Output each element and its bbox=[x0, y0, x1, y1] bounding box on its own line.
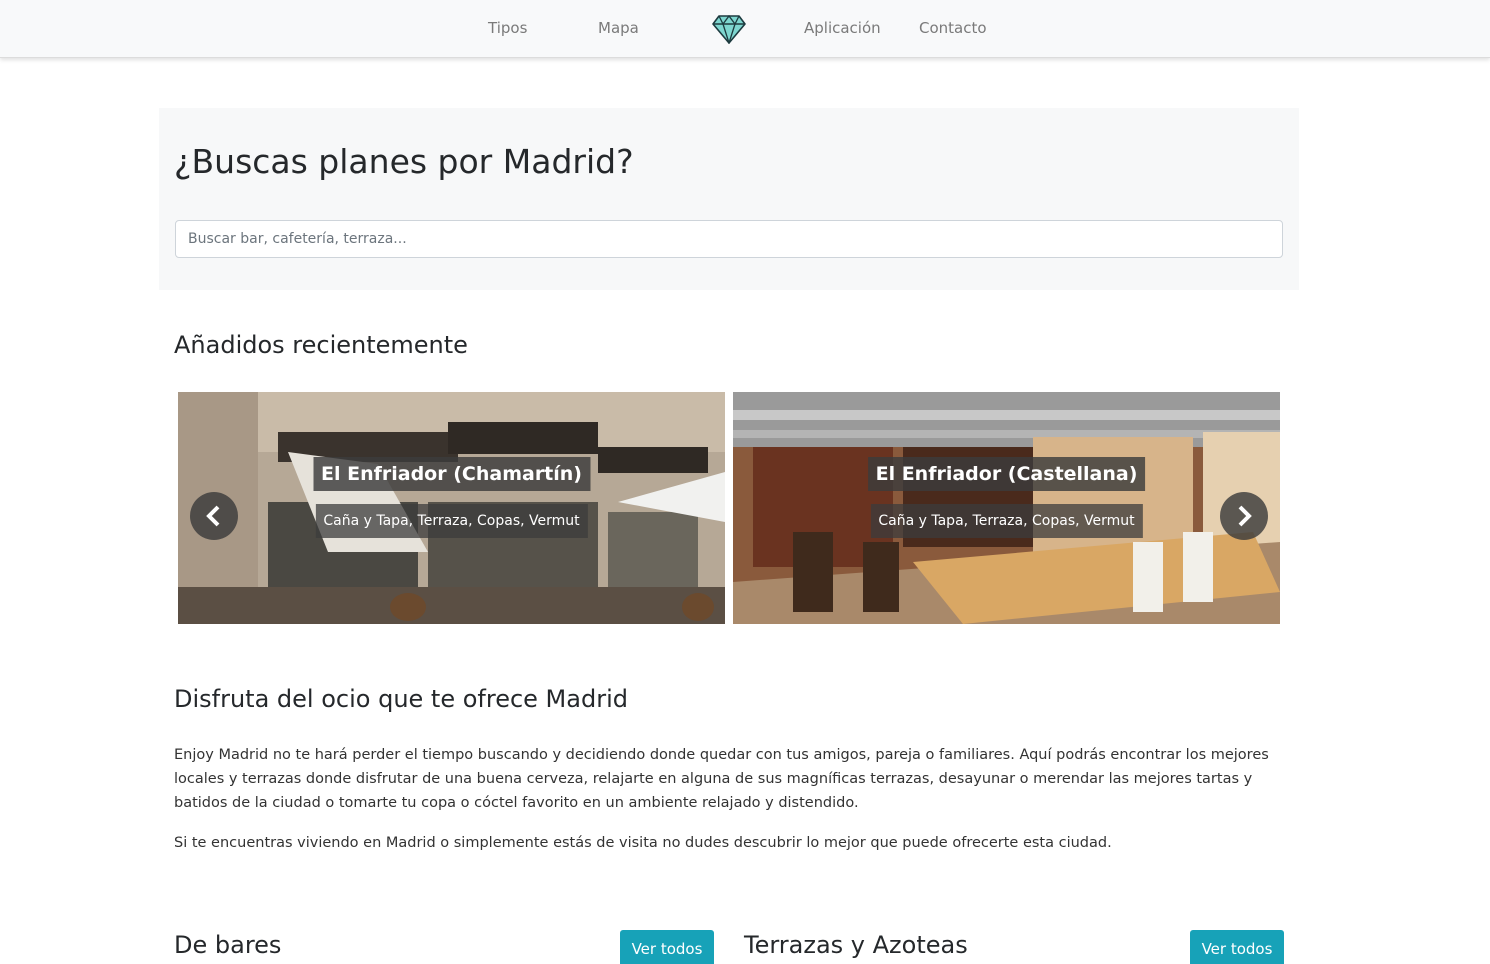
view-all-bares-button[interactable]: Ver todos bbox=[620, 930, 714, 964]
category-title-bares: De bares bbox=[174, 931, 282, 959]
hero-jumbotron: ¿Buscas planes por Madrid? bbox=[159, 108, 1299, 290]
about-paragraph: Si te encuentras viviendo en Madrid o si… bbox=[174, 835, 1112, 851]
carousel-slide[interactable]: El Enfriador (Castellana) Caña y Tapa, T… bbox=[733, 392, 1280, 624]
nav-link-mapa[interactable]: Mapa bbox=[598, 19, 639, 37]
category-title-terrazas: Terrazas y Azoteas bbox=[744, 931, 968, 959]
about-section-title: Disfruta del ocio que te ofrece Madrid bbox=[174, 685, 628, 713]
chevron-right-icon bbox=[1238, 505, 1252, 527]
diamond-icon[interactable] bbox=[712, 14, 746, 44]
top-navbar: Tipos Mapa Aplicación Contacto bbox=[0, 0, 1490, 58]
recent-section-title: Añadidos recientemente bbox=[174, 331, 468, 359]
chevron-left-icon bbox=[206, 505, 220, 527]
carousel-slide[interactable]: El Enfriador (Chamartín) Caña y Tapa, Te… bbox=[178, 392, 725, 624]
recent-carousel: El Enfriador (Chamartín) Caña y Tapa, Te… bbox=[178, 392, 1280, 624]
carousel-next-button[interactable] bbox=[1220, 492, 1268, 540]
carousel-prev-button[interactable] bbox=[190, 492, 238, 540]
hero-title: ¿Buscas planes por Madrid? bbox=[174, 142, 634, 181]
slide-title: El Enfriador (Chamartín) bbox=[313, 457, 590, 491]
view-all-terrazas-button[interactable]: Ver todos bbox=[1190, 930, 1284, 964]
slide-tags: Caña y Tapa, Terraza, Copas, Vermut bbox=[870, 504, 1143, 538]
search-input[interactable] bbox=[175, 220, 1283, 258]
about-paragraph: Enjoy Madrid no te hará perder el tiempo… bbox=[174, 747, 1269, 811]
nav-link-tipos[interactable]: Tipos bbox=[488, 19, 527, 37]
nav-link-contacto[interactable]: Contacto bbox=[919, 19, 987, 37]
slide-title: El Enfriador (Castellana) bbox=[867, 457, 1146, 491]
slide-tags: Caña y Tapa, Terraza, Copas, Vermut bbox=[315, 504, 588, 538]
nav-link-aplicacion[interactable]: Aplicación bbox=[804, 19, 881, 37]
